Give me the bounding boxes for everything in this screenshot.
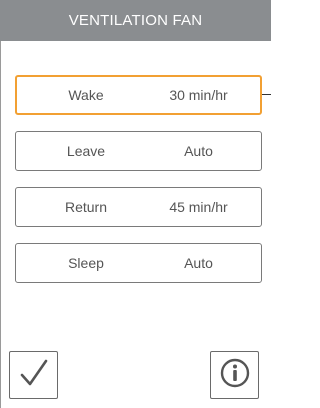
schedule-list: Wake 30 min/hr Leave Auto Return 45 min/… <box>15 75 262 299</box>
schedule-value: 30 min/hr <box>169 87 228 103</box>
schedule-label: Sleep <box>68 255 104 271</box>
schedule-row-sleep[interactable]: Sleep Auto <box>15 243 262 283</box>
schedule-row-wake[interactable]: Wake 30 min/hr <box>15 75 262 115</box>
page-title: VENTILATION FAN <box>68 12 203 29</box>
schedule-value: Auto <box>184 143 213 159</box>
title-bar: VENTILATION FAN <box>0 0 271 41</box>
checkmark-icon <box>19 358 49 393</box>
info-icon <box>219 357 251 394</box>
schedule-value: 45 min/hr <box>169 199 228 215</box>
selection-pointer-line <box>262 94 271 95</box>
schedule-label: Leave <box>66 143 106 159</box>
info-button[interactable] <box>210 351 259 399</box>
left-border <box>0 41 1 408</box>
schedule-value: Auto <box>184 255 213 271</box>
schedule-label: Wake <box>68 87 104 103</box>
confirm-button[interactable] <box>9 351 58 399</box>
schedule-row-return[interactable]: Return 45 min/hr <box>15 187 262 227</box>
schedule-row-leave[interactable]: Leave Auto <box>15 131 262 171</box>
schedule-label: Return <box>64 199 108 215</box>
